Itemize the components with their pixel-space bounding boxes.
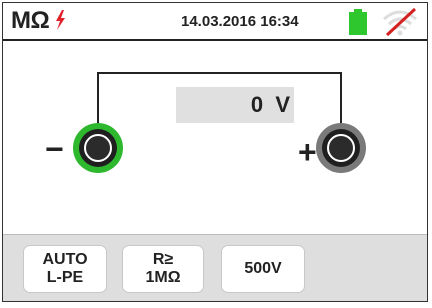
status-bar: MΩ 14.03.2016 16:34 <box>3 3 427 41</box>
datetime-display: 14.03.2016 16:34 <box>181 13 299 30</box>
softkey-bar: AUTO L-PE R≥ 1MΩ 500V <box>3 234 427 301</box>
mode-auto-lpe-button[interactable]: AUTO L-PE <box>23 245 107 293</box>
negative-terminal <box>73 123 123 173</box>
test-voltage-button[interactable]: 500V <box>221 245 305 293</box>
button-label-line1: AUTO <box>42 251 88 268</box>
button-label-line2: L-PE <box>46 269 84 286</box>
connection-diagram <box>73 72 366 173</box>
positive-terminal <box>316 123 366 173</box>
positive-sign: + <box>298 134 317 170</box>
measurement-mode-label: MΩ <box>11 7 50 34</box>
measurement-value: 0 V <box>250 92 290 117</box>
battery-icon <box>349 9 367 35</box>
measurement-unit: V <box>275 92 290 117</box>
button-label-line2: 1MΩ <box>145 269 181 286</box>
lightning-bolt-icon <box>56 10 65 30</box>
wifi-disabled-icon <box>383 7 417 37</box>
negative-sign: − <box>45 131 64 167</box>
instrument-screen: MΩ 14.03.2016 16:34 0 V − + AUTO L-PE R≥… <box>2 2 428 302</box>
button-label-line1: 500V <box>244 260 282 277</box>
resistance-limit-button[interactable]: R≥ 1MΩ <box>122 245 204 293</box>
button-label-line1: R≥ <box>152 251 174 268</box>
